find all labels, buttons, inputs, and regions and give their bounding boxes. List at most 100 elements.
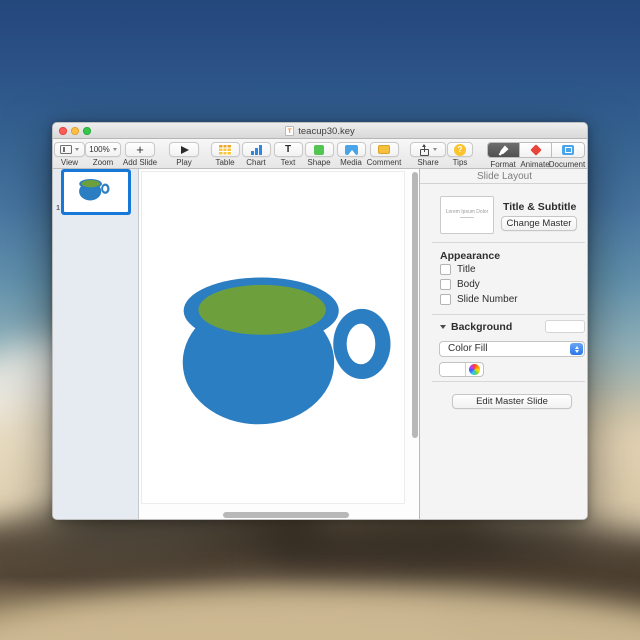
table-button[interactable]	[210, 142, 240, 157]
master-thumbnail-text: Lorem Ipsum Dolor	[445, 209, 489, 215]
view-icon	[60, 145, 72, 154]
color-swatch[interactable]	[440, 363, 466, 376]
play-label: Play	[176, 158, 192, 167]
document-button[interactable]	[552, 143, 584, 157]
document-label: Document	[548, 160, 586, 169]
zoom-label: Zoom	[92, 158, 114, 167]
inspector-segmented-control	[487, 142, 585, 158]
toolbar-item-zoom: 100% Zoom	[85, 142, 121, 167]
table-label: Table	[215, 158, 235, 167]
toolbar-item-shape: Shape	[302, 142, 336, 167]
view-button[interactable]	[54, 142, 85, 157]
comment-icon	[378, 145, 390, 154]
disclosure-triangle-icon[interactable]	[440, 325, 446, 329]
change-master-button[interactable]: Change Master	[501, 216, 577, 231]
document-proxy-icon[interactable]: T	[285, 126, 295, 136]
shape-label: Shape	[307, 158, 331, 167]
body-checkbox[interactable]	[440, 279, 451, 290]
chevron-down-icon	[75, 148, 79, 151]
arrow-down-icon	[574, 349, 579, 353]
divider	[432, 314, 585, 315]
fill-type-value: Color Fill	[448, 343, 488, 354]
fill-type-dropdown[interactable]: Color Fill	[439, 341, 585, 357]
plus-icon: +	[136, 141, 144, 157]
format-brush-icon	[498, 144, 509, 156]
comment-button[interactable]	[369, 142, 399, 157]
toolbar-item-add-slide: + Add Slide	[117, 142, 163, 167]
toolbar-item-play: Play	[167, 142, 201, 167]
toolbar-item-text: T Text	[271, 142, 305, 167]
inspector-header: Slide Layout	[420, 169, 587, 184]
play-button[interactable]	[169, 142, 199, 157]
body-checkbox-label: Body	[457, 279, 480, 290]
toolbar: View 100% Zoom + Add Slide Play Table Ch…	[53, 139, 587, 169]
slide-number: 1	[56, 205, 60, 212]
toolbar-item-view: View	[53, 142, 86, 167]
chart-icon	[250, 144, 262, 155]
tips-label: Tips	[452, 158, 468, 167]
slide-thumbnail-selected[interactable]	[61, 169, 131, 215]
media-label: Media	[340, 158, 362, 167]
question-icon: ?	[454, 143, 466, 156]
window-content: 1 Slide Layout Lorem Ipsum Dolor Title &…	[53, 169, 587, 519]
teacup-graphic[interactable]	[177, 271, 399, 428]
color-wheel-icon	[469, 364, 480, 375]
format-label: Format	[490, 160, 516, 169]
slide-number-checkbox[interactable]	[440, 294, 451, 305]
view-label: View	[60, 158, 79, 167]
zoom-button[interactable]: 100%	[85, 142, 121, 157]
vertical-scrollbar[interactable]	[412, 172, 418, 438]
dropdown-stepper-icon	[570, 343, 583, 355]
master-slide-thumbnail[interactable]: Lorem Ipsum Dolor	[440, 196, 494, 234]
title-area: T teacup30.key	[53, 123, 587, 139]
animate-button[interactable]	[520, 143, 552, 157]
comment-label: Comment	[366, 158, 402, 167]
tips-button[interactable]: ?	[447, 142, 473, 157]
window-title: teacup30.key	[298, 125, 355, 137]
play-icon	[181, 145, 189, 154]
text-label: Text	[280, 158, 296, 167]
animate-label: Animate	[520, 160, 550, 169]
format-inspector: Slide Layout Lorem Ipsum Dolor Title & S…	[419, 169, 587, 519]
media-icon	[344, 144, 358, 155]
appearance-option-slide-number: Slide Number	[440, 294, 518, 305]
slide-canvas[interactable]	[139, 169, 419, 519]
appearance-heading: Appearance	[440, 250, 501, 262]
chevron-down-icon	[433, 148, 437, 151]
add-slide-label: Add Slide	[122, 158, 158, 167]
add-slide-button[interactable]: +	[125, 142, 155, 157]
master-name: Title & Subtitle	[503, 201, 577, 213]
share-label: Share	[417, 158, 439, 167]
toolbar-item-share: Share	[408, 142, 448, 167]
slide-number-checkbox-label: Slide Number	[457, 294, 518, 305]
keynote-window: T teacup30.key View 100% Zoom + Add Slid…	[52, 122, 588, 520]
text-button[interactable]: T	[273, 142, 303, 157]
segmented-labels: Format Animate Document	[487, 160, 586, 169]
divider	[432, 242, 585, 243]
slide-thumbnail[interactable]	[64, 172, 128, 212]
document-icon	[562, 145, 574, 155]
title-checkbox[interactable]	[440, 264, 451, 275]
horizontal-scrollbar[interactable]	[223, 512, 349, 518]
share-button[interactable]	[410, 142, 446, 157]
toolbar-item-chart: Chart	[239, 142, 273, 167]
color-picker-button[interactable]	[466, 363, 483, 376]
text-icon: T	[284, 143, 292, 155]
toolbar-item-comment: Comment	[361, 142, 407, 167]
edit-master-slide-button[interactable]: Edit Master Slide	[452, 394, 572, 409]
zoom-value: 100%	[89, 145, 110, 154]
chart-button[interactable]	[241, 142, 271, 157]
window-titlebar[interactable]: T teacup30.key	[53, 123, 587, 139]
share-icon	[419, 143, 430, 156]
arrow-up-icon	[574, 345, 579, 349]
table-icon	[218, 144, 232, 155]
fill-color-well[interactable]	[439, 362, 484, 377]
chart-label: Chart	[246, 158, 266, 167]
background-color-well[interactable]	[545, 320, 585, 333]
format-button[interactable]	[488, 143, 520, 157]
toolbar-item-table: Table	[208, 142, 242, 167]
slide-navigator: 1	[53, 169, 139, 519]
desktop: T teacup30.key View 100% Zoom + Add Slid…	[0, 0, 640, 640]
background-heading: Background	[451, 321, 513, 333]
shape-button[interactable]	[304, 142, 334, 157]
